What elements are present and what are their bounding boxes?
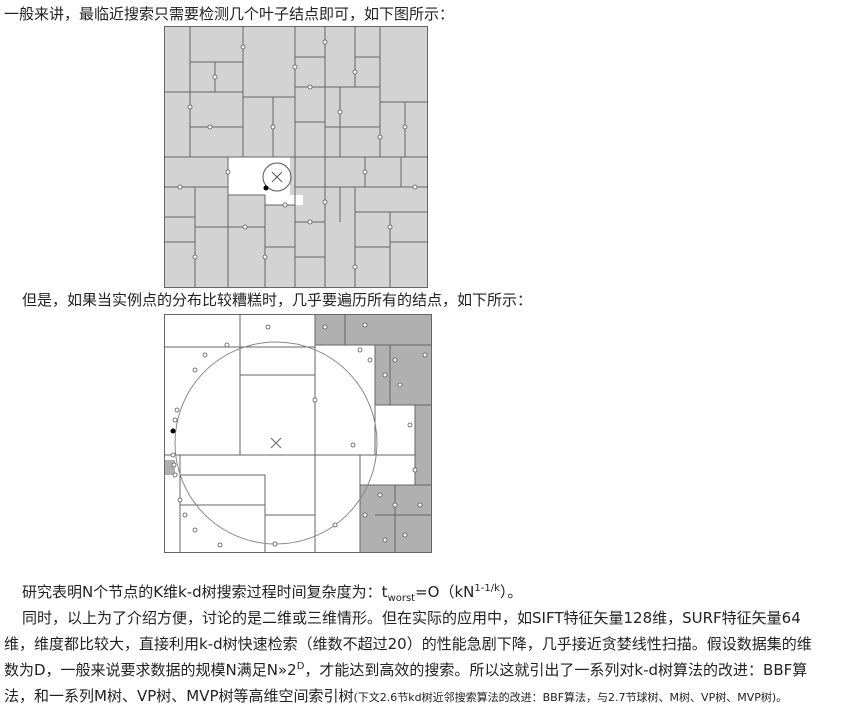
paragraph-line-3: 数为D，一般来说要求数据的规模N满足N»2D，才能达到高效的搜索。所以这就引出了…: [4, 660, 807, 680]
kd-tree-diagram-bad: [165, 315, 431, 552]
complexity-post: ）。: [499, 583, 523, 601]
intro-line: 一般来讲，最临近搜索只需要检测几个叶子结点即可，如下图所示：: [4, 5, 455, 23]
complexity-pre: 研究表明N个节点的K维k-d树搜索过程时间复杂度为：t: [22, 583, 388, 601]
complexity-sup: 1-1/k: [474, 583, 500, 594]
kd-tree-figure-good: [164, 26, 428, 288]
kd-tree-diagram-good: [165, 27, 427, 287]
para4-note: (下文2.6节kd树近邻搜索算法的改进：BBF算法，与2.7节球树、M树、VP树…: [353, 691, 788, 704]
kd-tree-figure-bad: [164, 314, 432, 553]
paragraph-line-2: 维，维度都比较大，直接利用k-d树快速检索（维数不超过20）的性能急剧下降，几乎…: [4, 635, 812, 653]
complexity-mid: =O（kN: [415, 583, 475, 601]
but-line: 但是，如果当实例点的分布比较糟糕时，几乎要遍历所有的结点，如下所示：: [22, 291, 533, 309]
para3-pre: 数为D，一般来说要求数据的规模N满足N»2: [4, 661, 297, 679]
complexity-sub: worst: [387, 593, 416, 604]
para4-main: 法，和一系列M树、VP树、MVP树等高维空间索引树: [4, 687, 354, 705]
paragraph-line-1: 同时，以上为了介绍方便，讨论的是二维或三维情形。但在实际的应用中，如SIFT特征…: [22, 609, 801, 627]
paragraph-line-4: 法，和一系列M树、VP树、MVP树等高维空间索引树(下文2.6节kd树近邻搜索算…: [4, 686, 787, 708]
complexity-line: 研究表明N个节点的K维k-d树搜索过程时间复杂度为：tworst=O（kN1-1…: [22, 582, 523, 604]
para3-post: ，才能达到高效的搜索。所以这就引出了一系列对k-d树算法的改进：BBF算: [304, 661, 808, 679]
